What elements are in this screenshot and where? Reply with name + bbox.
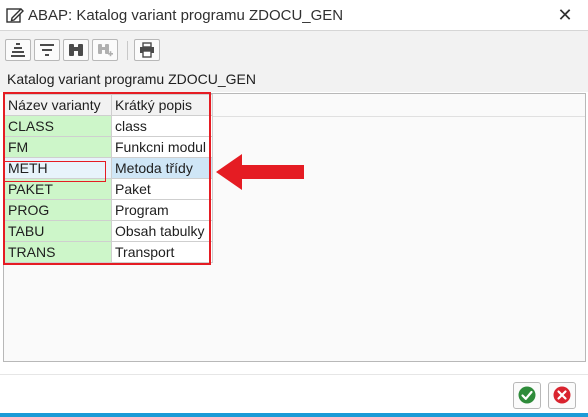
print-button[interactable] — [134, 39, 160, 61]
selected-row-highlight — [4, 161, 106, 182]
toolbar-separator — [127, 41, 128, 60]
cancel-icon — [553, 386, 571, 404]
find-binoculars-icon — [69, 44, 83, 56]
close-icon[interactable]: ✕ — [553, 3, 577, 27]
footer-separator — [0, 374, 588, 375]
find-next-button[interactable] — [92, 39, 118, 61]
sort-ascending-icon — [11, 43, 25, 57]
footer-accent-line — [0, 413, 588, 417]
toolbar — [0, 31, 588, 67]
checkmark-icon — [518, 386, 536, 404]
filter-icon — [40, 44, 54, 56]
window-title: ABAP: Katalog variant programu ZDOCU_GEN — [28, 7, 344, 24]
list-headline: Katalog variant programu ZDOCU_GEN — [0, 67, 588, 92]
red-arrow-icon — [216, 154, 304, 190]
headline-text: Katalog variant programu ZDOCU_GEN — [7, 71, 256, 87]
print-icon — [140, 42, 154, 58]
confirm-button[interactable] — [513, 382, 541, 409]
cancel-button[interactable] — [548, 382, 576, 409]
find-next-icon — [98, 44, 113, 57]
title-bar: ABAP: Katalog variant programu ZDOCU_GEN… — [0, 0, 588, 31]
sort-ascending-button[interactable] — [5, 39, 31, 61]
edit-pencil-icon — [6, 8, 24, 23]
find-button[interactable] — [63, 39, 89, 61]
filter-button[interactable] — [34, 39, 60, 61]
